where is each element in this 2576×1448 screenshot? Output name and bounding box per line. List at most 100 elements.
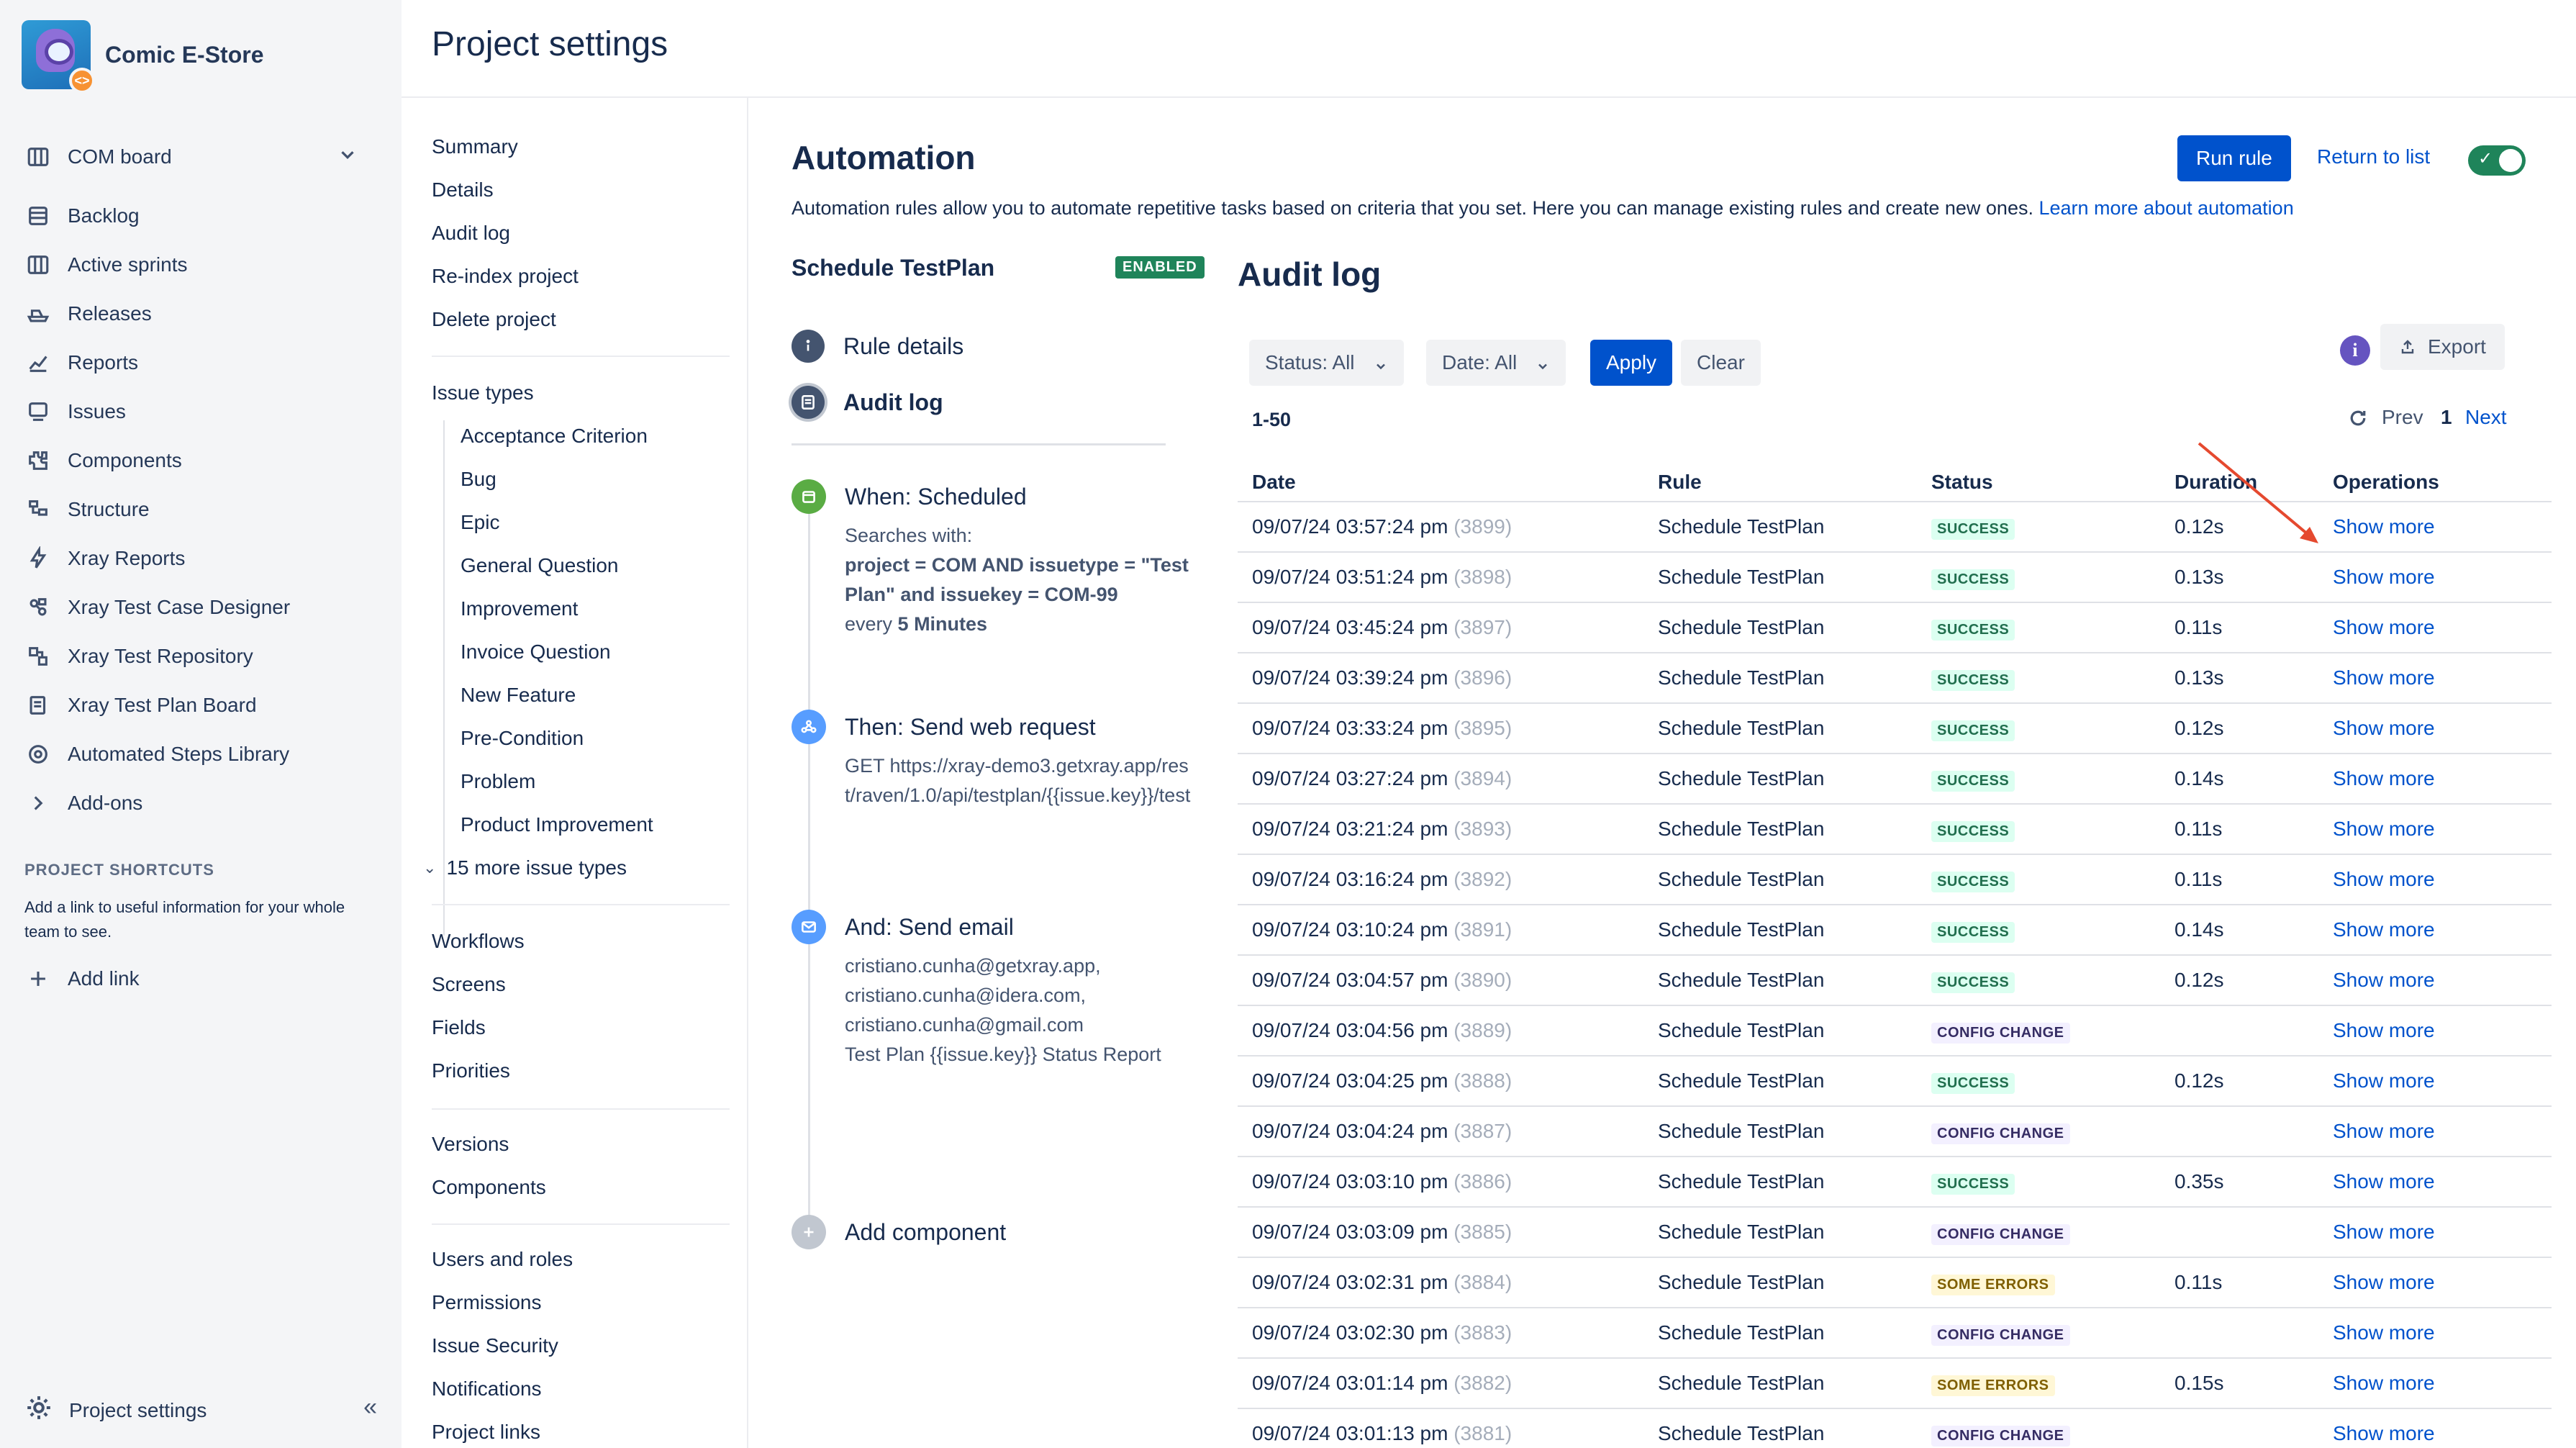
row-duration: 0.13s bbox=[2174, 566, 2224, 588]
show-more-link[interactable]: Show more bbox=[2333, 666, 2435, 689]
settings-link-fields[interactable]: Fields bbox=[432, 1016, 486, 1039]
collapse-sidebar-icon[interactable]: « bbox=[363, 1393, 377, 1421]
settings-link-screens[interactable]: Screens bbox=[432, 973, 506, 996]
show-more-link[interactable]: Show more bbox=[2333, 767, 2435, 790]
settings-link-notifications[interactable]: Notifications bbox=[432, 1377, 542, 1401]
shortcuts-title: PROJECT SHORTCUTS bbox=[24, 861, 214, 879]
issue-type-bug[interactable]: Bug bbox=[461, 468, 496, 491]
show-more-link[interactable]: Show more bbox=[2333, 1221, 2435, 1244]
nav-item-reports[interactable]: Reports bbox=[24, 345, 384, 380]
settings-link-re-index-project[interactable]: Re-index project bbox=[432, 265, 579, 288]
email-recipient: cristiano.cunha@idera.com, bbox=[845, 985, 1087, 1006]
board-selector[interactable]: COM board bbox=[24, 140, 384, 174]
settings-link-versions[interactable]: Versions bbox=[432, 1133, 509, 1156]
row-date: 09/07/24 03:01:13 pm (3881) bbox=[1252, 1422, 1512, 1445]
nav-item-xray-test-plan-board[interactable]: Xray Test Plan Board bbox=[24, 688, 384, 723]
apply-button[interactable]: Apply bbox=[1590, 340, 1673, 386]
settings-link-workflows[interactable]: Workflows bbox=[432, 930, 525, 953]
rule-details-tab[interactable]: Rule details bbox=[792, 330, 963, 363]
export-button[interactable]: Export bbox=[2380, 324, 2505, 370]
show-more-link[interactable]: Show more bbox=[2333, 566, 2435, 589]
return-to-list-link[interactable]: Return to list bbox=[2317, 145, 2430, 168]
date-filter-dropdown[interactable]: Date: All bbox=[1426, 340, 1566, 386]
nav-item-xray-test-repository[interactable]: Xray Test Repository bbox=[24, 639, 384, 674]
issue-type-pre-condition[interactable]: Pre-Condition bbox=[461, 727, 584, 750]
issue-type-new-feature[interactable]: New Feature bbox=[461, 684, 576, 707]
settings-link-delete-project[interactable]: Delete project bbox=[432, 308, 556, 331]
settings-link-issue-security[interactable]: Issue Security bbox=[432, 1334, 558, 1357]
show-more-link[interactable]: Show more bbox=[2333, 1019, 2435, 1042]
chevron-down-icon[interactable] bbox=[337, 144, 358, 166]
learn-more-link[interactable]: Learn more about automation bbox=[2038, 197, 2293, 219]
column-header-date[interactable]: Date bbox=[1252, 471, 1296, 494]
show-more-link[interactable]: Show more bbox=[2333, 1372, 2435, 1395]
refresh-icon[interactable] bbox=[2347, 407, 2369, 434]
show-more-link[interactable]: Show more bbox=[2333, 616, 2435, 639]
project-header[interactable]: <> Comic E-Store bbox=[22, 20, 263, 94]
audit-log-tab[interactable]: Audit log bbox=[792, 386, 943, 419]
row-date-value: 09/07/24 03:04:57 pm bbox=[1252, 969, 1448, 991]
column-header-status[interactable]: Status bbox=[1931, 471, 1993, 494]
nav-item-automated-steps-library[interactable]: Automated Steps Library bbox=[24, 737, 384, 771]
info-icon[interactable]: i bbox=[2340, 335, 2370, 366]
next-page-button[interactable]: Next bbox=[2465, 406, 2507, 429]
settings-link-project-links[interactable]: Project links bbox=[432, 1421, 540, 1444]
show-more-link[interactable]: Show more bbox=[2333, 1069, 2435, 1092]
run-rule-button[interactable]: Run rule bbox=[2177, 135, 2291, 181]
nav-item-issues[interactable]: Issues bbox=[24, 394, 384, 429]
row-status: SUCCESS bbox=[1931, 717, 2015, 741]
column-header-rule[interactable]: Rule bbox=[1658, 471, 1702, 494]
show-more-link[interactable]: Show more bbox=[2333, 717, 2435, 740]
show-more-link[interactable]: Show more bbox=[2333, 1321, 2435, 1344]
table-body: 09/07/24 03:57:24 pm (3899) Schedule Test… bbox=[1238, 502, 2552, 1448]
show-more-link[interactable]: Show more bbox=[2333, 918, 2435, 941]
rule-enabled-toggle[interactable]: ✓ bbox=[2468, 145, 2526, 176]
add-link-button[interactable]: Add link bbox=[24, 961, 384, 996]
row-date: 09/07/24 03:10:24 pm (3891) bbox=[1252, 918, 1512, 941]
show-more-link[interactable]: Show more bbox=[2333, 1271, 2435, 1294]
nav-item-components[interactable]: Components bbox=[24, 443, 384, 478]
issue-type-product-improvement[interactable]: Product Improvement bbox=[461, 813, 653, 836]
issue-type-problem[interactable]: Problem bbox=[461, 770, 535, 793]
prev-page-button[interactable]: Prev bbox=[2382, 406, 2423, 429]
nav-item-active-sprints[interactable]: Active sprints bbox=[24, 248, 384, 282]
add-component-button[interactable]: Add component bbox=[792, 1215, 1194, 1251]
send-email-step[interactable]: And: Send email cristiano.cunha@getxray.… bbox=[792, 910, 1194, 1082]
nav-item-releases[interactable]: Releases bbox=[24, 297, 384, 331]
trigger-step[interactable]: When: Scheduled Searches with: project =… bbox=[792, 479, 1194, 638]
nav-item-add-ons[interactable]: Add-ons bbox=[24, 786, 384, 820]
nav-item-structure[interactable]: Structure bbox=[24, 492, 384, 527]
web-request-step[interactable]: Then: Send web request GET https://xray-… bbox=[792, 710, 1194, 854]
settings-link-issue-types[interactable]: Issue types bbox=[432, 381, 534, 404]
settings-link-components[interactable]: Components bbox=[432, 1176, 546, 1199]
settings-link-summary[interactable]: Summary bbox=[432, 135, 518, 158]
show-more-link[interactable]: Show more bbox=[2333, 1170, 2435, 1193]
issue-type-acceptance-criterion[interactable]: Acceptance Criterion bbox=[461, 425, 648, 448]
settings-link-priorities[interactable]: Priorities bbox=[432, 1059, 510, 1082]
project-settings-link[interactable]: Project settings « bbox=[24, 1393, 377, 1427]
nav-item-backlog[interactable]: Backlog bbox=[24, 199, 384, 233]
settings-link-users-and-roles[interactable]: Users and roles bbox=[432, 1248, 573, 1271]
show-more-link[interactable]: Show more bbox=[2333, 1422, 2435, 1445]
issue-type-invoice-question[interactable]: Invoice Question bbox=[461, 641, 611, 664]
issue-type-improvement[interactable]: Improvement bbox=[461, 597, 578, 620]
show-more-link[interactable]: Show more bbox=[2333, 969, 2435, 992]
settings-link-permissions[interactable]: Permissions bbox=[432, 1291, 541, 1314]
issue-type-epic[interactable]: Epic bbox=[461, 511, 499, 534]
clear-button[interactable]: Clear bbox=[1681, 340, 1761, 386]
more-issue-types-toggle[interactable]: ⌄ 15 more issue types bbox=[423, 856, 627, 879]
show-more-link[interactable]: Show more bbox=[2333, 818, 2435, 841]
nav-item-label: Reports bbox=[68, 351, 139, 374]
add-component-label: Add component bbox=[845, 1219, 1007, 1245]
settings-link-audit-log[interactable]: Audit log bbox=[432, 222, 510, 245]
settings-link-details[interactable]: Details bbox=[432, 178, 494, 202]
show-more-link[interactable]: Show more bbox=[2333, 515, 2435, 538]
issue-type-general-question[interactable]: General Question bbox=[461, 554, 618, 577]
status-filter-dropdown[interactable]: Status: All bbox=[1249, 340, 1404, 386]
nav-item-xray-reports[interactable]: Xray Reports bbox=[24, 541, 384, 576]
board-icon bbox=[24, 251, 52, 279]
show-more-link[interactable]: Show more bbox=[2333, 1120, 2435, 1143]
row-rule: Schedule TestPlan bbox=[1658, 1069, 1825, 1092]
nav-item-xray-test-case-designer[interactable]: Xray Test Case Designer bbox=[24, 590, 384, 625]
show-more-link[interactable]: Show more bbox=[2333, 868, 2435, 891]
